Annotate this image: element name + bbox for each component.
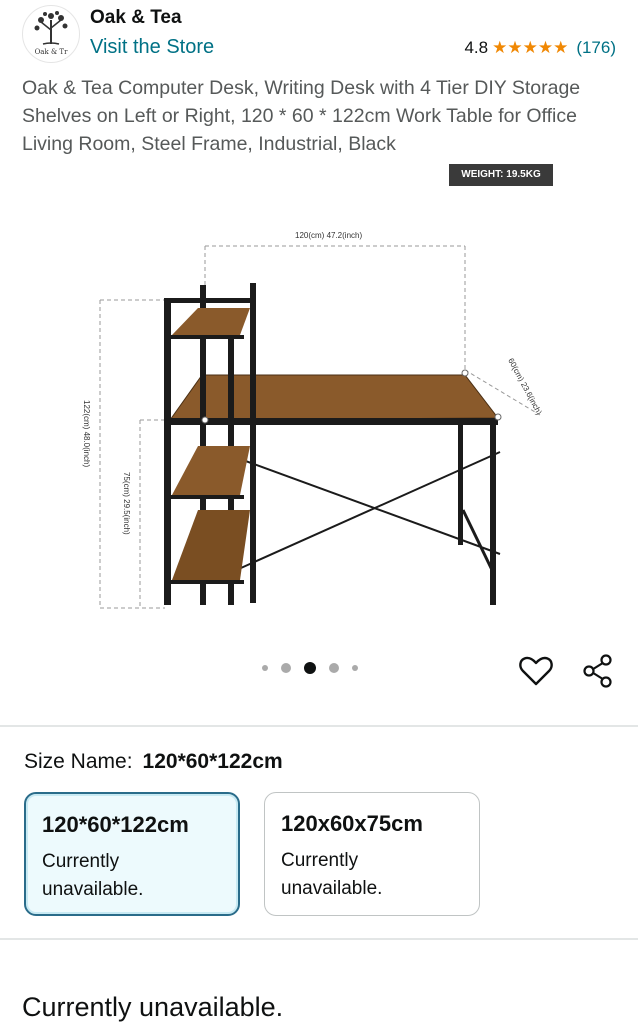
heart-icon [519, 656, 553, 686]
dim-height-label: 122(cm) 48.0(inch) [82, 400, 91, 467]
availability-status: Currently unavailable. [22, 992, 284, 1022]
size-name-label: Size Name: 120*60*122cm [24, 750, 283, 774]
size-label-text: Size Name: [24, 750, 133, 773]
section-divider [0, 938, 638, 940]
dim-desk-height-label: 75(cm) 29.5(inch) [122, 472, 131, 535]
size-option-120x60x122[interactable]: 120*60*122cm Currently unavailable. [24, 792, 240, 916]
carousel-dot-active[interactable] [304, 662, 316, 674]
product-title: Oak & Tea Computer Desk, Writing Desk wi… [22, 77, 581, 155]
carousel-dot[interactable] [352, 665, 358, 671]
store-name[interactable]: Oak & Tea [90, 7, 182, 29]
dim-depth-label: 60(cm) 23.6(inch) [506, 357, 544, 417]
desk-illustration: 120(cm) 47.2(inch) 60(cm) 23.6(inch) 122… [82, 231, 544, 609]
carousel-dot[interactable] [329, 663, 339, 673]
product-image[interactable]: 120(cm) 47.2(inch) 60(cm) 23.6(inch) 122… [60, 220, 580, 620]
size-option-status: Currently unavailable. [42, 851, 144, 900]
wishlist-button[interactable] [518, 653, 554, 689]
size-selected-value: 120*60*122cm [142, 750, 283, 773]
store-header: Oak & Tr Oak & Tea Visit the Store 4.8 ★… [0, 0, 638, 70]
weight-badge: WEIGHT: 19.5KG [449, 164, 553, 186]
share-button[interactable] [580, 653, 616, 689]
rating-count[interactable]: (176) [576, 38, 616, 58]
dim-width-label: 120(cm) 47.2(inch) [295, 231, 362, 240]
section-divider [0, 725, 638, 727]
store-logo[interactable]: Oak & Tr [22, 5, 80, 63]
size-option-status: Currently unavailable. [281, 850, 383, 899]
size-option-name: 120*60*122cm [42, 812, 189, 837]
size-option-name: 120x60x75cm [281, 811, 423, 836]
rating-value: 4.8 [464, 38, 489, 57]
logo-brand-text: Oak & Tr [34, 48, 68, 56]
carousel-dot[interactable] [281, 663, 291, 673]
image-carousel-dots[interactable] [262, 662, 358, 674]
visit-store-link[interactable]: Visit the Store [90, 36, 214, 59]
share-icon [583, 654, 612, 688]
star-rating-icon: ★★★★★ [492, 38, 569, 57]
store-rating[interactable]: 4.8 ★★★★★ (176) [464, 38, 616, 58]
size-option-120x60x75[interactable]: 120x60x75cm Currently unavailable. [264, 792, 480, 916]
carousel-dot[interactable] [262, 665, 268, 671]
